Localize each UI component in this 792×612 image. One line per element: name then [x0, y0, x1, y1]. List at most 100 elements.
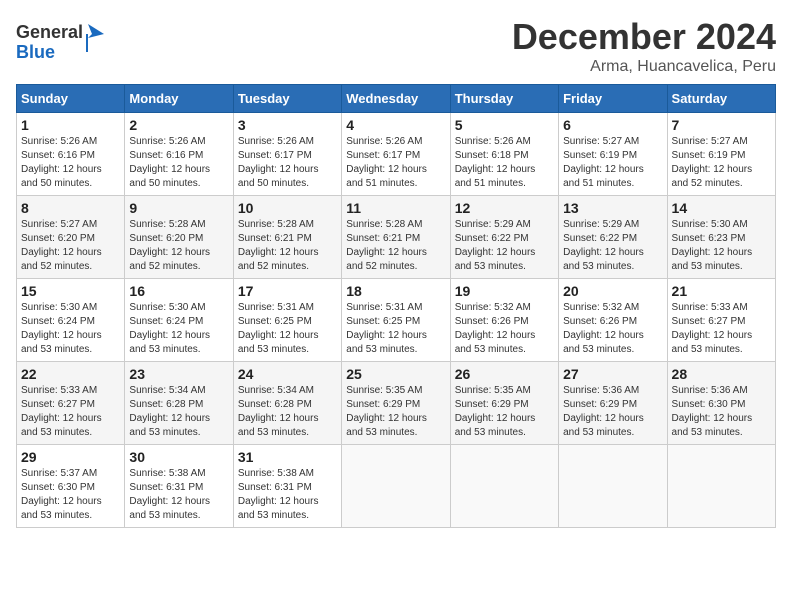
calendar-cell: 8 Sunrise: 5:27 AM Sunset: 6:20 PM Dayli…: [17, 196, 125, 279]
sunset-label: Sunset: 6:27 PM: [21, 399, 95, 410]
header-sunday: Sunday: [17, 85, 125, 113]
day-info: Sunrise: 5:26 AM Sunset: 6:17 PM Dayligh…: [238, 135, 337, 191]
calendar-cell: 18 Sunrise: 5:31 AM Sunset: 6:25 PM Dayl…: [342, 279, 450, 362]
sunset-label: Sunset: 6:29 PM: [563, 399, 637, 410]
sunset-label: Sunset: 6:30 PM: [672, 399, 746, 410]
daylight-label: Daylight: 12 hours and 53 minutes.: [563, 413, 644, 438]
calendar-cell: 14 Sunrise: 5:30 AM Sunset: 6:23 PM Dayl…: [667, 196, 775, 279]
sunrise-label: Sunrise: 5:35 AM: [455, 385, 531, 396]
month-title: December 2024: [512, 16, 776, 58]
sunrise-label: Sunrise: 5:28 AM: [238, 219, 314, 230]
sunrise-label: Sunrise: 5:33 AM: [21, 385, 97, 396]
sunset-label: Sunset: 6:29 PM: [455, 399, 529, 410]
daylight-label: Daylight: 12 hours and 53 minutes.: [238, 496, 319, 521]
day-info: Sunrise: 5:38 AM Sunset: 6:31 PM Dayligh…: [129, 467, 228, 523]
sunset-label: Sunset: 6:21 PM: [346, 233, 420, 244]
logo: General Blue: [16, 16, 106, 66]
daylight-label: Daylight: 12 hours and 53 minutes.: [129, 496, 210, 521]
day-info: Sunrise: 5:27 AM Sunset: 6:19 PM Dayligh…: [563, 135, 662, 191]
day-number: 26: [455, 366, 554, 382]
day-number: 23: [129, 366, 228, 382]
sunrise-label: Sunrise: 5:26 AM: [346, 136, 422, 147]
calendar-cell: 19 Sunrise: 5:32 AM Sunset: 6:26 PM Dayl…: [450, 279, 558, 362]
daylight-label: Daylight: 12 hours and 52 minutes.: [672, 164, 753, 189]
day-number: 28: [672, 366, 771, 382]
header-monday: Monday: [125, 85, 233, 113]
sunrise-label: Sunrise: 5:27 AM: [21, 219, 97, 230]
calendar-cell: 23 Sunrise: 5:34 AM Sunset: 6:28 PM Dayl…: [125, 362, 233, 445]
calendar-cell: 20 Sunrise: 5:32 AM Sunset: 6:26 PM Dayl…: [559, 279, 667, 362]
sunset-label: Sunset: 6:23 PM: [672, 233, 746, 244]
calendar-cell: [342, 445, 450, 528]
calendar-cell: 17 Sunrise: 5:31 AM Sunset: 6:25 PM Dayl…: [233, 279, 341, 362]
daylight-label: Daylight: 12 hours and 53 minutes.: [238, 413, 319, 438]
daylight-label: Daylight: 12 hours and 53 minutes.: [21, 496, 102, 521]
daylight-label: Daylight: 12 hours and 53 minutes.: [563, 330, 644, 355]
sunrise-label: Sunrise: 5:26 AM: [129, 136, 205, 147]
daylight-label: Daylight: 12 hours and 53 minutes.: [455, 330, 536, 355]
day-info: Sunrise: 5:36 AM Sunset: 6:29 PM Dayligh…: [563, 384, 662, 440]
header: General Blue December 2024 Arma, Huancav…: [16, 16, 776, 76]
calendar-cell: 27 Sunrise: 5:36 AM Sunset: 6:29 PM Dayl…: [559, 362, 667, 445]
sunset-label: Sunset: 6:20 PM: [129, 233, 203, 244]
svg-text:General: General: [16, 22, 83, 42]
day-info: Sunrise: 5:27 AM Sunset: 6:20 PM Dayligh…: [21, 218, 120, 274]
day-info: Sunrise: 5:31 AM Sunset: 6:25 PM Dayligh…: [238, 301, 337, 357]
daylight-label: Daylight: 12 hours and 53 minutes.: [21, 413, 102, 438]
day-number: 19: [455, 283, 554, 299]
sunset-label: Sunset: 6:24 PM: [129, 316, 203, 327]
sunset-label: Sunset: 6:29 PM: [346, 399, 420, 410]
day-info: Sunrise: 5:28 AM Sunset: 6:21 PM Dayligh…: [238, 218, 337, 274]
sunrise-label: Sunrise: 5:29 AM: [455, 219, 531, 230]
sunset-label: Sunset: 6:22 PM: [455, 233, 529, 244]
sunset-label: Sunset: 6:16 PM: [129, 150, 203, 161]
calendar-cell: 26 Sunrise: 5:35 AM Sunset: 6:29 PM Dayl…: [450, 362, 558, 445]
calendar-week-row: 15 Sunrise: 5:30 AM Sunset: 6:24 PM Dayl…: [17, 279, 776, 362]
title-section: December 2024 Arma, Huancavelica, Peru: [512, 16, 776, 76]
calendar-cell: [667, 445, 775, 528]
sunset-label: Sunset: 6:17 PM: [238, 150, 312, 161]
day-info: Sunrise: 5:34 AM Sunset: 6:28 PM Dayligh…: [129, 384, 228, 440]
daylight-label: Daylight: 12 hours and 53 minutes.: [455, 247, 536, 272]
calendar-cell: 24 Sunrise: 5:34 AM Sunset: 6:28 PM Dayl…: [233, 362, 341, 445]
daylight-label: Daylight: 12 hours and 53 minutes.: [21, 330, 102, 355]
sunrise-label: Sunrise: 5:28 AM: [346, 219, 422, 230]
sunrise-label: Sunrise: 5:34 AM: [238, 385, 314, 396]
day-number: 9: [129, 200, 228, 216]
day-info: Sunrise: 5:36 AM Sunset: 6:30 PM Dayligh…: [672, 384, 771, 440]
day-number: 12: [455, 200, 554, 216]
day-number: 18: [346, 283, 445, 299]
sunrise-label: Sunrise: 5:30 AM: [21, 302, 97, 313]
sunset-label: Sunset: 6:16 PM: [21, 150, 95, 161]
daylight-label: Daylight: 12 hours and 52 minutes.: [129, 247, 210, 272]
day-number: 7: [672, 117, 771, 133]
day-info: Sunrise: 5:30 AM Sunset: 6:23 PM Dayligh…: [672, 218, 771, 274]
day-info: Sunrise: 5:30 AM Sunset: 6:24 PM Dayligh…: [129, 301, 228, 357]
daylight-label: Daylight: 12 hours and 51 minutes.: [563, 164, 644, 189]
logo-svg: General Blue: [16, 16, 106, 66]
calendar-table: SundayMondayTuesdayWednesdayThursdayFrid…: [16, 84, 776, 528]
sunrise-label: Sunrise: 5:36 AM: [672, 385, 748, 396]
day-info: Sunrise: 5:38 AM Sunset: 6:31 PM Dayligh…: [238, 467, 337, 523]
sunset-label: Sunset: 6:28 PM: [238, 399, 312, 410]
sunrise-label: Sunrise: 5:27 AM: [563, 136, 639, 147]
daylight-label: Daylight: 12 hours and 52 minutes.: [346, 247, 427, 272]
day-info: Sunrise: 5:35 AM Sunset: 6:29 PM Dayligh…: [346, 384, 445, 440]
calendar-cell: 21 Sunrise: 5:33 AM Sunset: 6:27 PM Dayl…: [667, 279, 775, 362]
sunrise-label: Sunrise: 5:26 AM: [21, 136, 97, 147]
day-number: 29: [21, 449, 120, 465]
calendar-cell: [559, 445, 667, 528]
day-number: 14: [672, 200, 771, 216]
header-saturday: Saturday: [667, 85, 775, 113]
day-number: 24: [238, 366, 337, 382]
daylight-label: Daylight: 12 hours and 51 minutes.: [346, 164, 427, 189]
day-number: 11: [346, 200, 445, 216]
sunrise-label: Sunrise: 5:30 AM: [672, 219, 748, 230]
day-number: 10: [238, 200, 337, 216]
daylight-label: Daylight: 12 hours and 53 minutes.: [672, 330, 753, 355]
calendar-cell: 29 Sunrise: 5:37 AM Sunset: 6:30 PM Dayl…: [17, 445, 125, 528]
daylight-label: Daylight: 12 hours and 53 minutes.: [563, 247, 644, 272]
day-info: Sunrise: 5:27 AM Sunset: 6:19 PM Dayligh…: [672, 135, 771, 191]
calendar-cell: 28 Sunrise: 5:36 AM Sunset: 6:30 PM Dayl…: [667, 362, 775, 445]
calendar-cell: 15 Sunrise: 5:30 AM Sunset: 6:24 PM Dayl…: [17, 279, 125, 362]
